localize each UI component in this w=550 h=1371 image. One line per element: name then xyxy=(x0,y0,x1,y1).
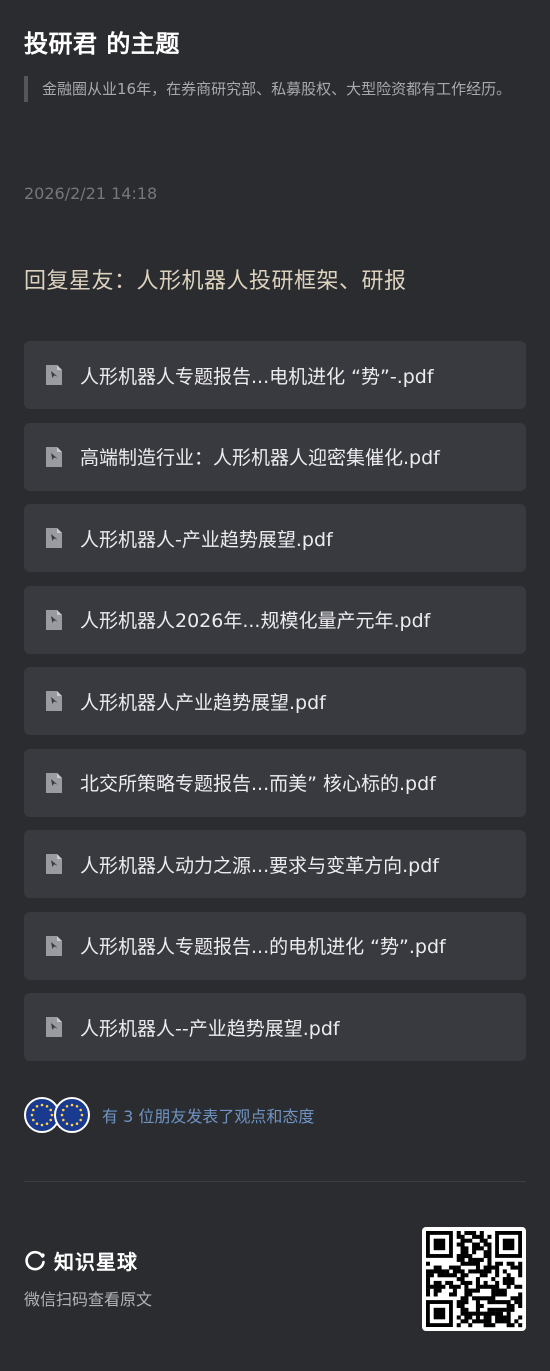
file-name: 人形机器人专题报告...电机进化 “势”-.pdf xyxy=(80,365,434,388)
avatar xyxy=(54,1097,90,1133)
file-item[interactable]: 人形机器人动力之源...要求与变革方向.pdf xyxy=(24,830,526,898)
brand-name: 知识星球 xyxy=(54,1250,138,1274)
file-list: 人形机器人专题报告...电机进化 “势”-.pdf 高端制造行业：人形机器人迎密集… xyxy=(24,341,526,1075)
file-name: 人形机器人专题报告...的电机进化 “势”.pdf xyxy=(80,936,446,958)
pdf-file-icon xyxy=(46,854,62,874)
pdf-file-icon xyxy=(46,935,62,956)
planet-logo-icon xyxy=(25,1250,45,1270)
file-name: 人形机器人动力之源...要求与变革方向.pdf xyxy=(80,854,439,877)
pdf-file-icon xyxy=(46,772,62,793)
scan-instruction: 微信扫码查看原文 xyxy=(24,1290,153,1309)
pdf-file-icon xyxy=(46,1017,62,1037)
post-title: 回复星友：人形机器人投研框架、研报 xyxy=(24,269,407,294)
pdf-file-icon xyxy=(46,528,62,548)
file-item[interactable]: 人形机器人产业趋势展望.pdf xyxy=(24,667,526,735)
file-name: 人形机器人-产业趋势展望.pdf xyxy=(80,528,333,551)
file-item[interactable]: 人形机器人专题报告...的电机进化 “势”.pdf xyxy=(24,911,526,980)
qr-code[interactable] xyxy=(422,1227,526,1331)
divider xyxy=(24,1181,526,1182)
post-timestamp: 2026/2/21 14:18 xyxy=(24,184,158,203)
file-name: 人形机器人2026年...规模化量产元年.pdf xyxy=(80,610,431,632)
pdf-file-icon xyxy=(46,446,62,467)
file-item[interactable]: 北交所策略专题报告...而美” 核心标的.pdf xyxy=(24,748,526,817)
author-bio: 金融圈从业16年，在券商研究部、私募股权、大型险资都有工作经历。 xyxy=(24,76,542,102)
brand: 知识星球 xyxy=(24,1246,138,1275)
file-item[interactable]: 人形机器人专题报告...电机进化 “势”-.pdf xyxy=(24,341,526,409)
file-item[interactable]: 高端制造行业：人形机器人迎密集催化.pdf xyxy=(24,422,526,491)
file-name: 人形机器人产业趋势展望.pdf xyxy=(80,691,326,714)
reactions-link[interactable]: 有 3 位朋友发表了观点和态度 xyxy=(102,1103,314,1127)
file-name: 北交所策略专题报告...而美” 核心标的.pdf xyxy=(80,773,436,795)
reactions-row[interactable]: 有 3 位朋友发表了观点和态度 xyxy=(24,1097,314,1133)
page-title: 投研君 的主题 xyxy=(24,30,180,58)
file-item[interactable]: 人形机器人2026年...规模化量产元年.pdf xyxy=(24,585,526,654)
pdf-file-icon xyxy=(46,365,62,385)
file-name: 高端制造行业：人形机器人迎密集催化.pdf xyxy=(80,447,440,469)
file-item[interactable]: 人形机器人-产业趋势展望.pdf xyxy=(24,504,526,572)
pdf-file-icon xyxy=(46,609,62,630)
qr-code-icon xyxy=(426,1231,523,1328)
reaction-avatars xyxy=(24,1097,94,1133)
pdf-file-icon xyxy=(46,691,62,711)
file-name: 人形机器人--产业趋势展望.pdf xyxy=(80,1017,340,1040)
file-item[interactable]: 人形机器人--产业趋势展望.pdf xyxy=(24,993,526,1061)
